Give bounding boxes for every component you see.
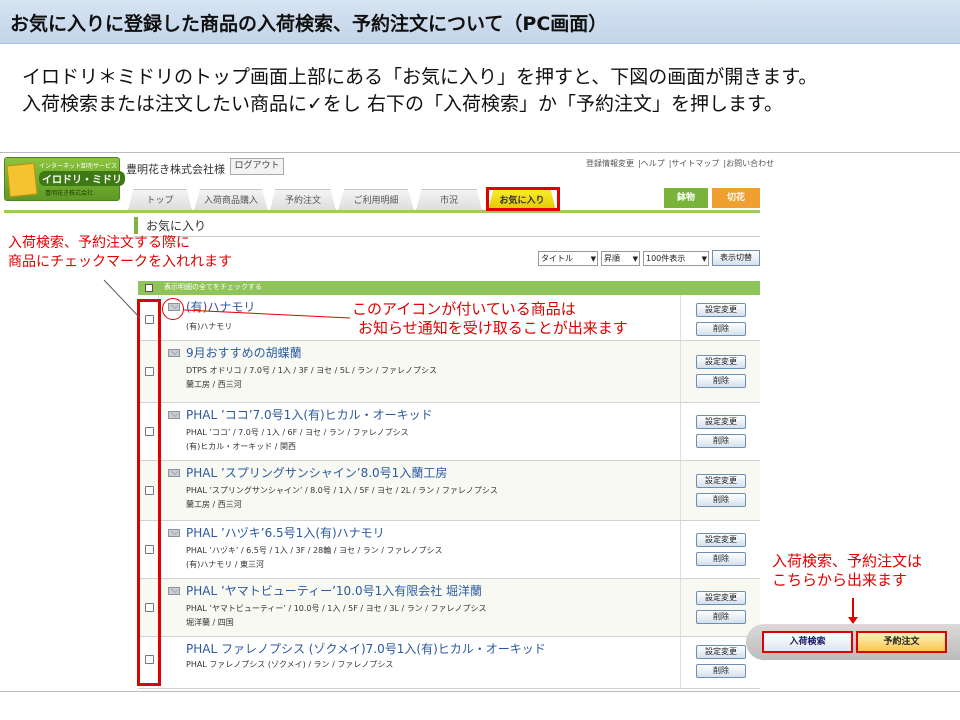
checkbox-pointer-line	[103, 279, 141, 319]
annotation-arrows	[103, 279, 351, 319]
icon-annotation: このアイコンが付いている商品は お知らせ通知を受け取ることが出来ます	[352, 300, 628, 338]
icon-annotation-line-2: お知らせ通知を受け取ることが出来ます	[358, 319, 628, 337]
icon-annotation-line-1: このアイコンが付いている商品は	[352, 300, 576, 318]
button-annotation-line-2: こちらから出来ます	[772, 571, 908, 589]
checkbox-annotation: 入荷検索、予約注文する際に 商品にチェックマークを入れれます	[8, 234, 232, 272]
checkbox-annotation-line-1: 入荷検索、予約注文する際に	[8, 235, 190, 251]
checkbox-annotation-line-2: 商品にチェックマークを入れれます	[8, 254, 232, 270]
button-annotation-line-1: 入荷検索、予約注文は	[772, 552, 923, 570]
button-annotation: 入荷検索、予約注文は こちらから出来ます	[772, 552, 922, 590]
reserve-order-button[interactable]: 予約注文	[856, 631, 947, 653]
arrow-down-icon	[848, 598, 858, 624]
arrival-search-button[interactable]: 入荷検索	[762, 631, 853, 653]
icon-pointer-line	[183, 309, 351, 319]
